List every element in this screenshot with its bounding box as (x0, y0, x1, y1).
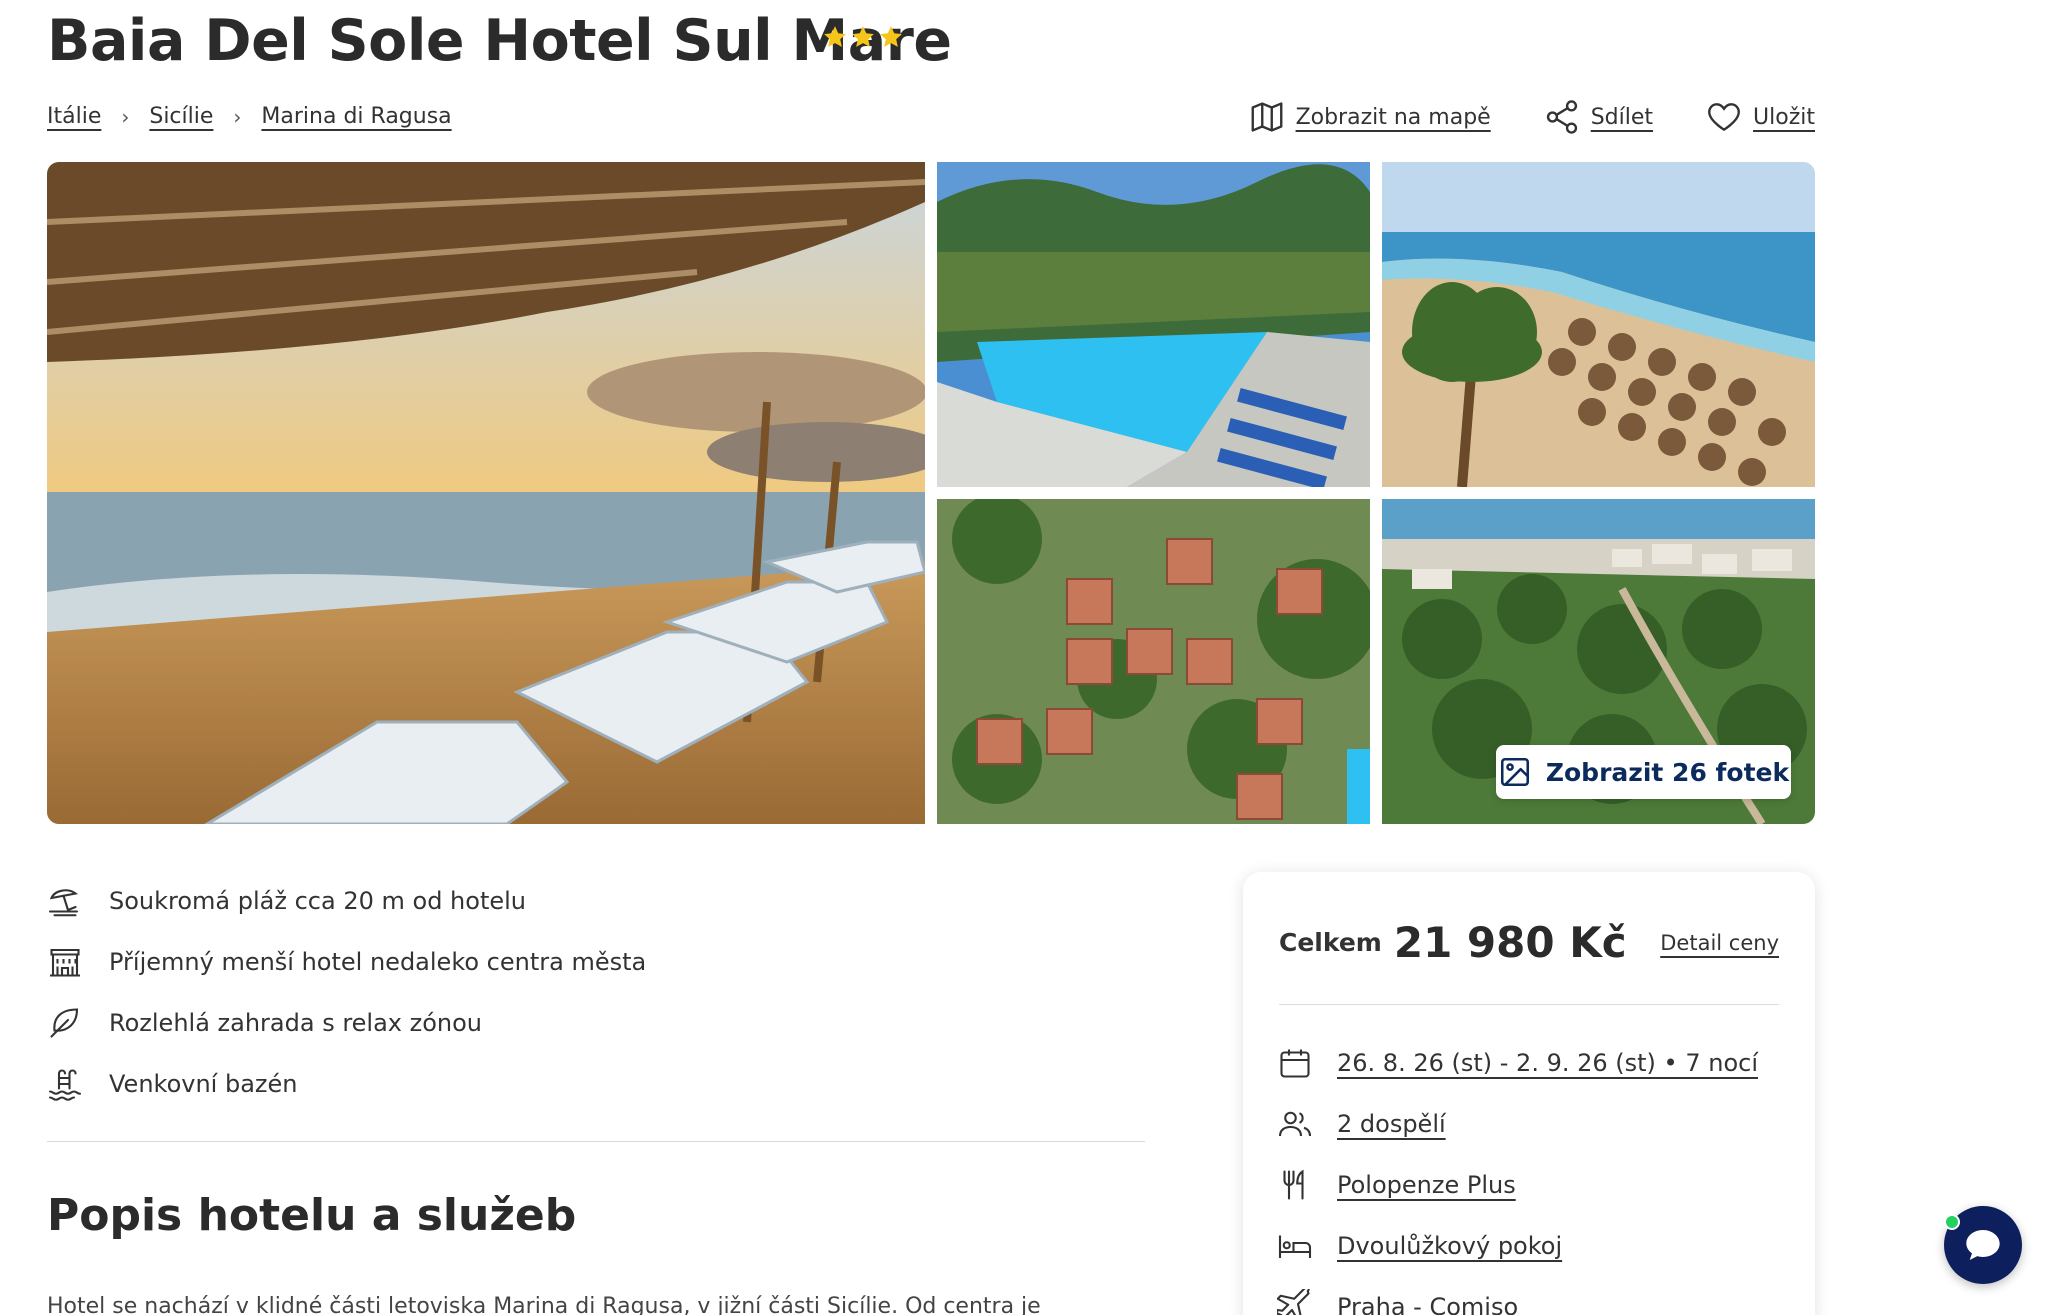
main-photo-beach[interactable] (47, 162, 925, 824)
show-all-photos-button[interactable]: Zobrazit 26 fotek (1496, 745, 1791, 799)
description-text: Hotel se nachází v klidné části letovisk… (47, 1294, 1041, 1315)
trip-travelers[interactable]: 2 dospělí (1277, 1093, 1758, 1154)
image-icon (1500, 757, 1529, 787)
feature-text: Soukromá pláž cca 20 m od hotelu (109, 886, 526, 915)
save-button[interactable]: Uložit (1705, 98, 1815, 136)
share-button[interactable]: Sdílet (1543, 98, 1653, 136)
trip-flight[interactable]: Praha - Comiso (1277, 1276, 1758, 1315)
show-all-photos-label: Zobrazit 26 fotek (1545, 757, 1790, 787)
heart-icon (1708, 103, 1740, 132)
online-status-dot (1944, 1214, 1960, 1230)
chevron-right-icon: › (121, 104, 130, 129)
feature-item: Příjemný menší hotel nedaleko centra měs… (47, 931, 646, 992)
description-title: Popis hotelu a služeb (47, 1190, 577, 1241)
card-divider (1279, 1004, 1779, 1005)
price-card: Celkem 21 980 Kč Detail ceny 26. 8. 26 (… (1243, 872, 1815, 1315)
trip-flight-label: Praha - Comiso (1337, 1292, 1519, 1315)
breadcrumb-item-country[interactable]: Itálie (47, 104, 101, 129)
show-map-button[interactable]: Zobrazit na mapě (1248, 98, 1491, 136)
trip-travelers-label: 2 dospělí (1337, 1109, 1446, 1138)
feature-item: Soukromá pláž cca 20 m od hotelu (47, 870, 646, 931)
price-detail-link[interactable]: Detail ceny (1660, 931, 1779, 955)
calendar-icon (1280, 1049, 1310, 1078)
trip-room[interactable]: Dvoulůžkový pokoj (1277, 1215, 1758, 1276)
plane-icon (1277, 1288, 1310, 1315)
trip-dates[interactable]: 26. 8. 26 (st) - 2. 9. 26 (st) • 7 nocí (1277, 1032, 1758, 1093)
breadcrumb-item-region[interactable]: Sicílie (149, 104, 213, 129)
bed-icon (1278, 1235, 1312, 1258)
photo-gallery (47, 162, 1815, 824)
photo-beach-umbrellas[interactable] (1382, 162, 1815, 487)
feature-text: Příjemný menší hotel nedaleko centra měs… (109, 947, 647, 976)
feature-text: Rozlehlá zahrada s relax zónou (109, 1008, 483, 1037)
price-label: Celkem (1279, 928, 1382, 957)
header-actions: Zobrazit na mapě Sdílet Uložit (1248, 98, 1815, 136)
people-icon (1278, 1111, 1312, 1136)
trip-board-label: Polopenze Plus (1337, 1170, 1516, 1199)
total-price: 21 980 Kč (1393, 918, 1627, 967)
hotel-features: Soukromá pláž cca 20 m od hotelu Příjemn… (47, 870, 646, 1114)
save-label: Uložit (1753, 104, 1815, 130)
show-map-label: Zobrazit na mapě (1295, 104, 1491, 130)
price-row: Celkem 21 980 Kč Detail ceny (1279, 918, 1779, 967)
trip-board[interactable]: Polopenze Plus (1277, 1154, 1758, 1215)
map-icon (1251, 102, 1282, 132)
trip-details: 26. 8. 26 (st) - 2. 9. 26 (st) • 7 nocí … (1277, 1032, 1758, 1315)
beach-umbrella-icon (48, 888, 79, 916)
chat-bubble-icon (1966, 1230, 2000, 1260)
page-title: Baia Del Sole Hotel Sul Mare (47, 8, 952, 74)
star-icon (824, 26, 846, 47)
feature-item: Rozlehlá zahrada s relax zónou (47, 992, 646, 1053)
breadcrumb: Itálie › Sicílie › Marina di Ragusa (47, 104, 452, 129)
photo-aerial-bungalows[interactable] (937, 499, 1370, 824)
share-label: Sdílet (1590, 104, 1654, 130)
star-icon (852, 26, 874, 47)
cutlery-icon (1283, 1169, 1304, 1200)
star-rating (822, 24, 904, 50)
star-icon (880, 26, 902, 47)
feature-text: Venkovní bazén (109, 1069, 298, 1098)
leaf-icon (50, 1007, 79, 1038)
breadcrumb-item-city[interactable]: Marina di Ragusa (261, 104, 451, 129)
chevron-right-icon: › (233, 104, 242, 129)
trip-dates-label: 26. 8. 26 (st) - 2. 9. 26 (st) • 7 nocí (1337, 1048, 1758, 1077)
section-divider (47, 1141, 1145, 1142)
trip-room-label: Dvoulůžkový pokoj (1337, 1231, 1563, 1260)
photo-pool[interactable] (937, 162, 1370, 487)
share-icon (1546, 100, 1577, 134)
hotel-building-icon (50, 948, 80, 977)
pool-icon (48, 1069, 82, 1101)
feature-item: Venkovní bazén (47, 1053, 646, 1114)
